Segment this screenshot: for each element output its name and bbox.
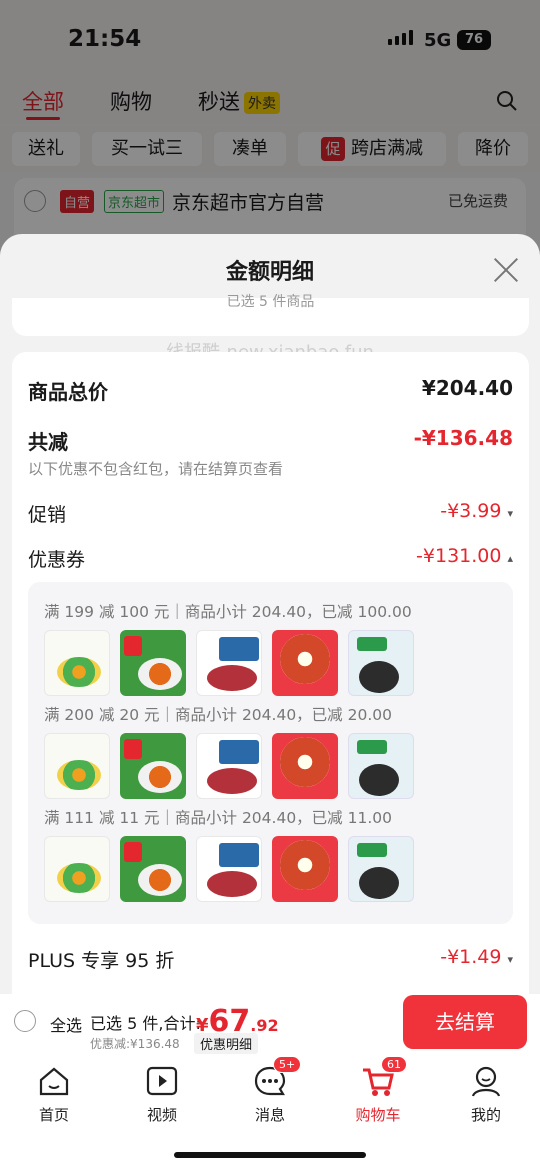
nav-cart[interactable]: 61 购物车 (338, 1056, 418, 1125)
product-thumb[interactable] (272, 733, 338, 799)
nav-video[interactable]: 视频 (122, 1064, 202, 1125)
amount-detail-sheet: 金额明细 已选 5 件商品 线报酷-new.xianbao.fun 商品总价 ¥… (0, 234, 540, 994)
checkout-bar: 全选 已选 5 件,合计: ¥67.92 优惠减:¥136.48 优惠明细 去结… (0, 990, 540, 1054)
product-thumb[interactable] (196, 836, 262, 902)
profile-icon (469, 1064, 503, 1098)
promo-label: 促销 (28, 504, 67, 526)
product-thumb[interactable] (196, 733, 262, 799)
coupon-products (44, 836, 414, 902)
coupon-group-text: 满 199 减 100 元｜商品小计 204.40，已减 100.00 (44, 603, 412, 621)
saved-amount: 优惠减:¥136.48 (90, 1037, 180, 1051)
nav-profile[interactable]: 我的 (446, 1064, 526, 1125)
chevron-up-icon: ▴ (507, 552, 513, 565)
cart-icon: 61 (361, 1056, 407, 1098)
close-icon[interactable] (492, 256, 520, 284)
select-all-label[interactable]: 全选 (50, 1012, 82, 1036)
detail-card: 商品总价 ¥204.40 共减 -¥136.48 以下优惠不包含红包，请在结算页… (12, 352, 529, 994)
nav-home-label: 首页 (38, 1106, 69, 1124)
nav-home[interactable]: 首页 (14, 1064, 94, 1125)
plus-value: -¥1.49 (440, 946, 502, 968)
product-thumb[interactable] (348, 836, 414, 902)
video-icon (145, 1064, 179, 1098)
product-thumb[interactable] (272, 630, 338, 696)
product-thumb[interactable] (44, 733, 110, 799)
nav-message[interactable]: 5+ 消息 (230, 1056, 310, 1125)
nav-cart-label: 购物车 (355, 1106, 401, 1124)
product-thumb[interactable] (348, 630, 414, 696)
coupon-products (44, 733, 414, 799)
home-icon (37, 1064, 71, 1098)
checkout-button[interactable]: 去结算 (403, 995, 527, 1049)
plus-row[interactable]: -¥1.49 ▾ (440, 946, 513, 968)
product-thumb[interactable] (44, 630, 110, 696)
coupon-group-text: 满 200 减 20 元｜商品小计 204.40，已减 20.00 (44, 706, 392, 724)
product-thumb[interactable] (120, 836, 186, 902)
cart-badge: 61 (381, 1056, 407, 1073)
coupon-label: 优惠券 (28, 549, 86, 571)
coupon-group-text: 满 111 减 11 元｜商品小计 204.40，已减 11.00 (44, 809, 392, 827)
discount-note: 以下优惠不包含红包，请在结算页查看 (28, 460, 284, 478)
sheet-title: 金额明细 (225, 260, 314, 285)
discount-value: -¥136.48 (413, 426, 513, 450)
home-indicator (174, 1152, 366, 1158)
nav-profile-label: 我的 (470, 1106, 501, 1124)
product-thumb[interactable] (44, 836, 110, 902)
nav-video-label: 视频 (146, 1106, 177, 1124)
coupon-row[interactable]: -¥131.00 ▴ (416, 545, 513, 567)
selected-items-text: 已选 5 件商品 (226, 294, 315, 310)
coupon-details: 满 199 减 100 元｜商品小计 204.40，已减 100.00 满 20… (28, 582, 513, 924)
plus-label: PLUS 专享 95 折 (28, 950, 175, 972)
promo-value: -¥3.99 (440, 500, 502, 522)
discount-detail-button[interactable]: 优惠明细 (194, 1033, 259, 1054)
product-thumb[interactable] (120, 630, 186, 696)
discount-label: 共减 (28, 430, 68, 454)
coupon-products (44, 630, 414, 696)
selected-items-card[interactable]: 已选 5 件商品 (12, 295, 529, 336)
product-thumb[interactable] (120, 733, 186, 799)
total-value: ¥204.40 (421, 376, 513, 400)
product-thumb[interactable] (348, 733, 414, 799)
selected-summary: 已选 5 件,合计: (90, 1014, 201, 1033)
coupon-value: -¥131.00 (416, 545, 502, 567)
product-thumb[interactable] (196, 630, 262, 696)
chevron-down-icon: ▾ (507, 507, 513, 520)
product-thumb[interactable] (272, 836, 338, 902)
message-icon: 5+ (253, 1056, 302, 1098)
message-badge: 5+ (273, 1056, 302, 1073)
nav-message-label: 消息 (254, 1106, 285, 1124)
total-label: 商品总价 (28, 380, 108, 404)
select-all-radio[interactable] (14, 1010, 36, 1032)
promo-row[interactable]: -¥3.99 ▾ (440, 500, 513, 522)
chevron-down-icon: ▾ (507, 953, 513, 966)
